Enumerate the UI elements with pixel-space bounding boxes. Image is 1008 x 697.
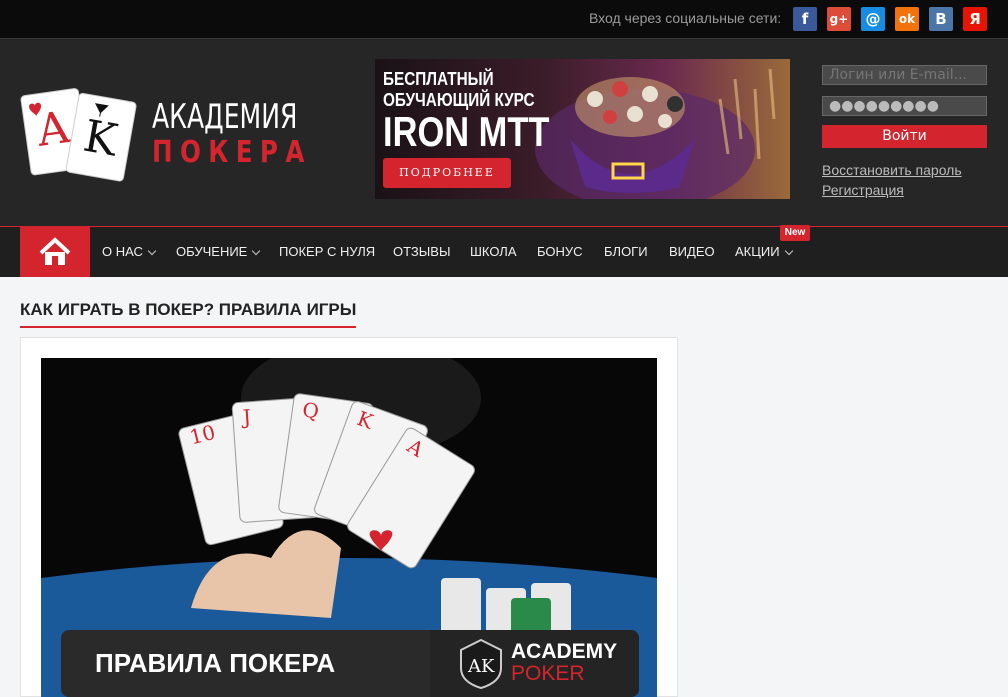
home-button[interactable] (20, 227, 90, 277)
logo-text-academy: АКАДЕМИЯ (152, 97, 298, 137)
mailru-icon[interactable]: @ (861, 7, 885, 31)
banner-line-free: БЕСПЛАТНЫЙ (383, 69, 494, 89)
restore-password-link[interactable]: Восстановить пароль (822, 162, 987, 178)
nav-item-bonus[interactable]: БОНУС (537, 244, 583, 259)
banner-more-button[interactable]: ПОДРОБНЕЕ (383, 158, 511, 188)
site-logo[interactable]: A K АКАДЕМИЯ ПОКЕРА (20, 83, 310, 183)
nav-item-video[interactable]: ВИДЕО (669, 244, 715, 259)
image-brand-academy: ACADEMY (511, 640, 618, 663)
article-image: 10 J Q K A ПРАВИЛА ПОКЕРА AK ACADEMY POK… (41, 358, 657, 697)
facebook-icon[interactable]: f (793, 7, 817, 31)
login-input[interactable] (822, 65, 987, 85)
chevron-down-icon (784, 246, 793, 256)
main-nav: О НАС ОБУЧЕНИЕ ПОКЕР С НУЛЯ ОТЗЫВЫ ШКОЛА… (0, 225, 1008, 277)
nav-item-label: АКЦИИ (735, 244, 780, 259)
main-content: КАК ИГРАТЬ В ПОКЕР? ПРАВИЛА ИГРЫ 10 J Q (0, 277, 1008, 697)
nav-item-reviews[interactable]: ОТЗЫВЫ (393, 244, 450, 259)
cards-logo-icon: A K (20, 88, 137, 182)
logo-text-poker: ПОКЕРА (152, 135, 312, 170)
nav-item-about[interactable]: О НАС (102, 244, 157, 259)
social-login-label: Вход через социальные сети: (589, 10, 782, 26)
nav-item-label: О НАС (102, 244, 143, 259)
google-plus-icon[interactable]: g+ (827, 7, 851, 31)
login-button[interactable]: Войти (822, 125, 987, 148)
new-badge: New (780, 225, 810, 241)
banner-line-iron-mtt: IRON MTT (383, 108, 550, 155)
social-login-bar: Вход через социальные сети: f g+ @ ok B … (0, 0, 1008, 38)
chevron-down-icon (147, 246, 157, 256)
yandex-icon[interactable]: Я (963, 7, 987, 31)
home-icon (39, 237, 71, 265)
nav-item-school[interactable]: ШКОЛА (470, 244, 517, 259)
login-form: Войти Восстановить пароль Регистрация (822, 65, 987, 198)
odnoklassniki-icon[interactable]: ok (895, 7, 919, 31)
register-link[interactable]: Регистрация (822, 182, 987, 198)
image-brand-poker: POKER (511, 662, 585, 685)
svg-text:Q: Q (301, 397, 321, 423)
nav-item-poker-from-zero[interactable]: ПОКЕР С НУЛЯ (279, 244, 375, 259)
vkontakte-icon[interactable]: B (929, 7, 953, 31)
site-header: A K АКАДЕМИЯ ПОКЕРА БЕСПЛАТНЫЙ ОБУЧАЮЩИЙ… (0, 38, 1008, 226)
nav-item-training[interactable]: ОБУЧЕНИЕ (176, 244, 261, 259)
nav-item-promotions[interactable]: АКЦИИ (735, 244, 793, 259)
nav-item-label: ОБУЧЕНИЕ (176, 244, 248, 259)
page-title: КАК ИГРАТЬ В ПОКЕР? ПРАВИЛА ИГРЫ (20, 300, 357, 328)
article-card: 10 J Q K A ПРАВИЛА ПОКЕРА AK ACADEMY POK… (20, 337, 678, 697)
academy-poker-logo-icon: AK (460, 638, 502, 690)
chevron-down-icon (252, 246, 261, 256)
iron-mtt-banner[interactable]: БЕСПЛАТНЫЙ ОБУЧАЮЩИЙ КУРС IRON MTT ПОДРО… (375, 59, 790, 199)
image-caption-text: ПРАВИЛА ПОКЕРА (95, 648, 336, 678)
svg-text:AK: AK (467, 656, 495, 677)
password-input[interactable] (822, 96, 987, 116)
nav-item-blogs[interactable]: БЛОГИ (604, 244, 648, 259)
